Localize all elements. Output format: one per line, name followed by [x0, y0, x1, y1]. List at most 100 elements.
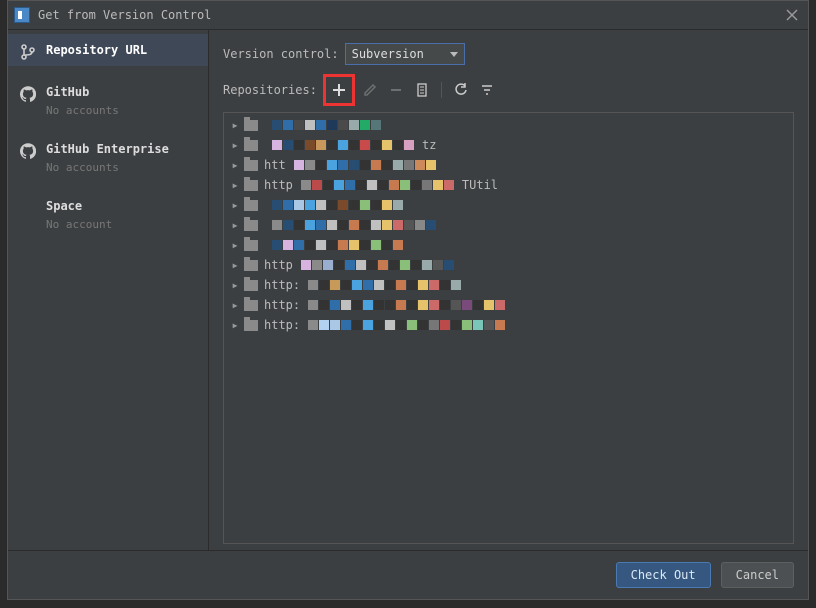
- button-label: Cancel: [736, 568, 779, 582]
- vc-select[interactable]: Subversion: [345, 43, 465, 65]
- obscured-text: [301, 180, 454, 190]
- expand-icon[interactable]: [230, 140, 240, 150]
- vc-row: Version control: Subversion: [223, 40, 794, 68]
- expand-icon[interactable]: [230, 240, 240, 250]
- footer: Check Out Cancel: [8, 550, 808, 599]
- cancel-button[interactable]: Cancel: [721, 562, 794, 588]
- sidebar-item-label: GitHub Enterprise: [46, 141, 169, 157]
- expand-icon[interactable]: [230, 160, 240, 170]
- expand-icon[interactable]: [230, 220, 240, 230]
- tree-row[interactable]: http:: [224, 295, 793, 315]
- obscured-text: [272, 220, 436, 230]
- folder-icon: [244, 240, 258, 251]
- checkout-button[interactable]: Check Out: [616, 562, 711, 588]
- folder-icon: [244, 140, 258, 151]
- tree-row[interactable]: [224, 235, 793, 255]
- folder-icon: [244, 280, 258, 291]
- close-icon: [786, 9, 798, 21]
- vc-select-value: Subversion: [352, 47, 424, 61]
- filter-button[interactable]: [476, 79, 498, 101]
- sidebar: Repository URL GitHub No accounts: [8, 30, 209, 550]
- expand-icon[interactable]: [230, 300, 240, 310]
- tree-row[interactable]: [224, 115, 793, 135]
- repo-tree[interactable]: tz htt http TUtil http http: http: http:: [223, 112, 794, 544]
- separator: [441, 82, 442, 98]
- folder-icon: [244, 200, 258, 211]
- document-icon: [415, 83, 429, 97]
- expand-icon[interactable]: [230, 200, 240, 210]
- tree-row-name: http: [264, 258, 293, 272]
- sidebar-item-label: Repository URL: [46, 42, 147, 58]
- refresh-icon: [454, 83, 468, 97]
- highlight-box: [323, 74, 355, 106]
- tree-row[interactable]: http:: [224, 315, 793, 335]
- sidebar-item-repository-url[interactable]: Repository URL: [8, 34, 208, 66]
- chevron-down-icon: [450, 52, 458, 57]
- folder-icon: [244, 120, 258, 131]
- folder-icon: [244, 320, 258, 331]
- folder-icon: [244, 260, 258, 271]
- expand-icon[interactable]: [230, 280, 240, 290]
- tree-row-name: http:: [264, 278, 300, 292]
- sidebar-item-label: GitHub: [46, 84, 119, 100]
- tree-row[interactable]: [224, 195, 793, 215]
- dialog-body: Repository URL GitHub No accounts: [8, 30, 808, 550]
- tree-row-name: http:: [264, 318, 300, 332]
- tree-row[interactable]: [224, 215, 793, 235]
- tree-row[interactable]: http: [224, 255, 793, 275]
- folder-icon: [244, 220, 258, 231]
- tree-row[interactable]: http TUtil: [224, 175, 793, 195]
- obscured-text: [272, 200, 403, 210]
- obscured-text: [272, 120, 381, 130]
- sidebar-item-sub: No accounts: [46, 104, 119, 117]
- tree-row[interactable]: htt: [224, 155, 793, 175]
- edit-repo-button[interactable]: [359, 79, 381, 101]
- obscured-text: [308, 300, 505, 310]
- browse-repo-button[interactable]: [411, 79, 433, 101]
- folder-icon: [244, 160, 258, 171]
- obscured-text: [308, 280, 461, 290]
- remove-repo-button[interactable]: [385, 79, 407, 101]
- plus-icon: [332, 83, 346, 97]
- sidebar-item-label: Space: [46, 198, 112, 214]
- folder-icon: [244, 180, 258, 191]
- vc-label: Version control:: [223, 47, 339, 61]
- obscured-text: [294, 160, 436, 170]
- sidebar-item-github[interactable]: GitHub No accounts: [8, 76, 208, 123]
- sidebar-item-github-enterprise[interactable]: GitHub Enterprise No accounts: [8, 133, 208, 180]
- tree-row-name: http:: [264, 298, 300, 312]
- sidebar-item-space[interactable]: Space No account: [8, 190, 208, 237]
- expand-icon[interactable]: [230, 120, 240, 130]
- refresh-button[interactable]: [450, 79, 472, 101]
- app-icon: [14, 7, 30, 23]
- github-icon: [20, 143, 36, 159]
- tree-row-suffix: TUtil: [462, 178, 498, 192]
- sidebar-item-sub: No accounts: [46, 161, 169, 174]
- tree-row-name: http: [264, 178, 293, 192]
- obscured-text: [308, 320, 505, 330]
- tree-row-suffix: tz: [422, 138, 436, 152]
- close-button[interactable]: [782, 5, 802, 25]
- expand-icon[interactable]: [230, 260, 240, 270]
- branch-icon: [20, 44, 36, 60]
- tree-row[interactable]: http:: [224, 275, 793, 295]
- tree-row-name: htt: [264, 158, 286, 172]
- repos-label: Repositories:: [223, 83, 317, 97]
- obscured-text: [272, 240, 403, 250]
- titlebar: Get from Version Control: [8, 1, 808, 30]
- tree-row[interactable]: tz: [224, 135, 793, 155]
- pencil-icon: [363, 83, 377, 97]
- button-label: Check Out: [631, 568, 696, 582]
- sidebar-item-sub: No account: [46, 218, 112, 231]
- add-repo-button[interactable]: [328, 79, 350, 101]
- expand-icon[interactable]: [230, 180, 240, 190]
- filter-icon: [480, 83, 494, 97]
- dialog-title: Get from Version Control: [38, 8, 782, 22]
- minus-icon: [389, 83, 403, 97]
- github-icon: [20, 86, 36, 102]
- main-panel: Version control: Subversion Repositories…: [209, 30, 808, 550]
- space-icon: [20, 200, 36, 216]
- obscured-text: [272, 140, 414, 150]
- expand-icon[interactable]: [230, 320, 240, 330]
- dialog: Get from Version Control Repository URL: [7, 0, 809, 600]
